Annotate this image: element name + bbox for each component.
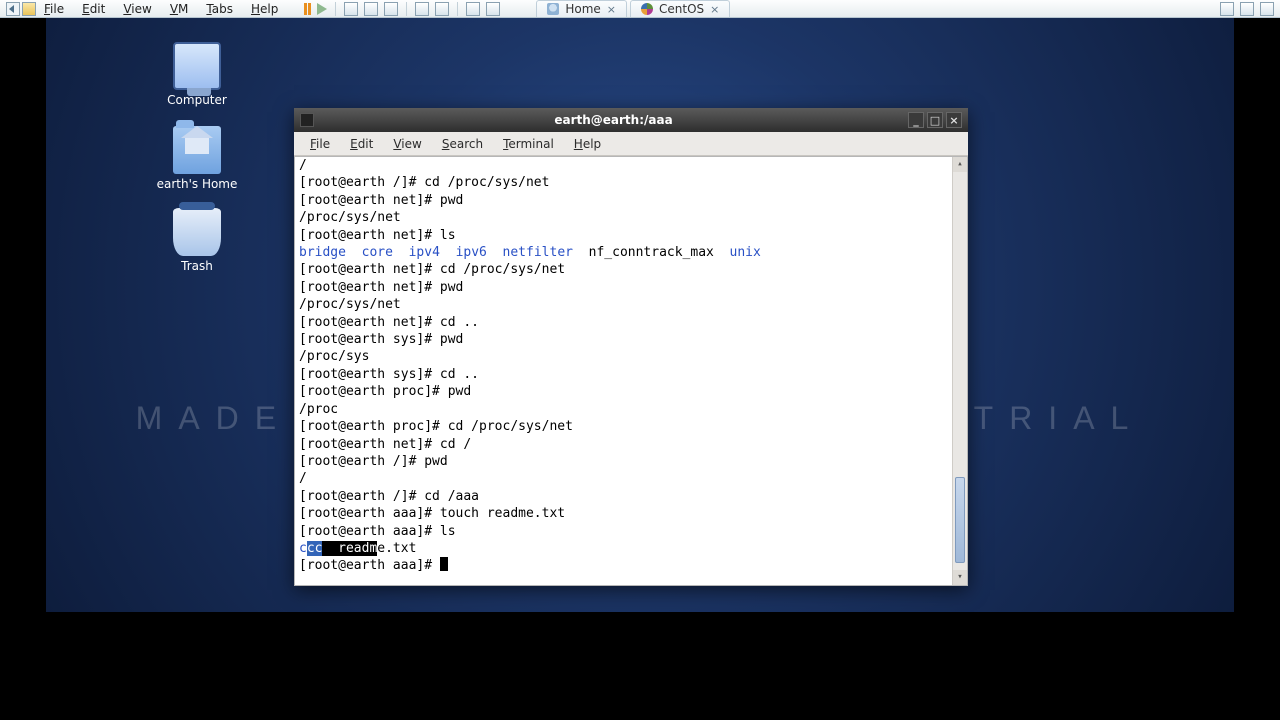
pause-icon[interactable] bbox=[304, 3, 311, 15]
home-folder-icon bbox=[173, 126, 221, 174]
centos-icon bbox=[641, 3, 653, 15]
terminal-app-icon bbox=[300, 113, 314, 127]
terminal-body[interactable]: / [root@earth /]# cd /proc/sys/net [root… bbox=[294, 156, 968, 586]
window-close-button[interactable]: × bbox=[946, 112, 962, 128]
terminal-cursor bbox=[440, 557, 448, 571]
terminal-menubar: FileEditViewSearchTerminalHelp bbox=[294, 132, 968, 156]
close-icon[interactable]: × bbox=[607, 3, 616, 16]
host-menu-file[interactable]: File bbox=[36, 1, 72, 17]
host-menu-tabs[interactable]: Tabs bbox=[198, 1, 241, 17]
host-tab-label: CentOS bbox=[659, 2, 704, 16]
host-close-icon[interactable] bbox=[1260, 2, 1274, 16]
terminal-window: earth@earth:/aaa _ □ × FileEditViewSearc… bbox=[294, 108, 968, 586]
scroll-down-icon[interactable]: ▾ bbox=[953, 570, 967, 585]
scroll-up-icon[interactable]: ▴ bbox=[953, 157, 967, 172]
tile1-icon[interactable] bbox=[466, 2, 480, 16]
nav-back-icon[interactable] bbox=[6, 2, 20, 16]
window-min-button[interactable]: _ bbox=[908, 112, 924, 128]
desktop-icon-label: earth's Home bbox=[152, 177, 242, 191]
host-menu-edit[interactable]: Edit bbox=[74, 1, 113, 17]
letterbox bbox=[0, 612, 1280, 720]
window-max-button[interactable]: □ bbox=[927, 112, 943, 128]
nav-lib-icon[interactable] bbox=[22, 2, 36, 16]
terminal-content[interactable]: / [root@earth /]# cd /proc/sys/net [root… bbox=[299, 157, 951, 585]
host-menu-help[interactable]: Help bbox=[243, 1, 286, 17]
snapshot-icon[interactable] bbox=[344, 2, 358, 16]
host-menu-view[interactable]: View bbox=[115, 1, 159, 17]
guest-desktop: TechSmith® MADE WITH CAMTASIA FREE TRIAL… bbox=[46, 18, 1234, 612]
terminal-title: earth@earth:/aaa bbox=[322, 113, 905, 127]
host-menu-vm[interactable]: VM bbox=[162, 1, 197, 17]
terminal-menu-file[interactable]: File bbox=[300, 134, 340, 154]
home-icon bbox=[547, 3, 559, 15]
computer-icon bbox=[173, 42, 221, 90]
host-tabs: Home × CentOS × bbox=[536, 0, 733, 17]
terminal-menu-view[interactable]: View bbox=[383, 134, 431, 154]
close-icon[interactable]: × bbox=[710, 3, 719, 16]
scroll-thumb[interactable] bbox=[955, 477, 965, 563]
host-toolbar bbox=[304, 2, 500, 16]
revert-icon[interactable] bbox=[364, 2, 378, 16]
unity-icon[interactable] bbox=[435, 2, 449, 16]
host-menus: FileEditViewVMTabsHelp bbox=[36, 1, 286, 17]
terminal-scrollbar[interactable]: ▴ ▾ bbox=[952, 157, 967, 585]
fullscreen-icon[interactable] bbox=[415, 2, 429, 16]
host-min-icon[interactable] bbox=[1220, 2, 1234, 16]
host-tab-label: Home bbox=[565, 2, 600, 16]
vmware-host-bar: FileEditViewVMTabsHelp Home × CentOS × bbox=[0, 0, 1280, 18]
host-max-icon[interactable] bbox=[1240, 2, 1254, 16]
terminal-menu-edit[interactable]: Edit bbox=[340, 134, 383, 154]
terminal-titlebar[interactable]: earth@earth:/aaa _ □ × bbox=[294, 108, 968, 132]
host-tab-centos[interactable]: CentOS × bbox=[630, 0, 730, 17]
host-tab-home[interactable]: Home × bbox=[536, 0, 627, 17]
desktop-icon-computer[interactable]: Computer bbox=[152, 42, 242, 107]
manage-icon[interactable] bbox=[384, 2, 398, 16]
terminal-menu-help[interactable]: Help bbox=[564, 134, 611, 154]
terminal-menu-terminal[interactable]: Terminal bbox=[493, 134, 564, 154]
terminal-menu-search[interactable]: Search bbox=[432, 134, 493, 154]
play-icon[interactable] bbox=[317, 3, 327, 15]
desktop-icon-trash[interactable]: Trash bbox=[152, 208, 242, 273]
desktop-icon-label: Trash bbox=[152, 259, 242, 273]
trash-icon bbox=[173, 208, 221, 256]
desktop-icon-home[interactable]: earth's Home bbox=[152, 126, 242, 191]
tile2-icon[interactable] bbox=[486, 2, 500, 16]
